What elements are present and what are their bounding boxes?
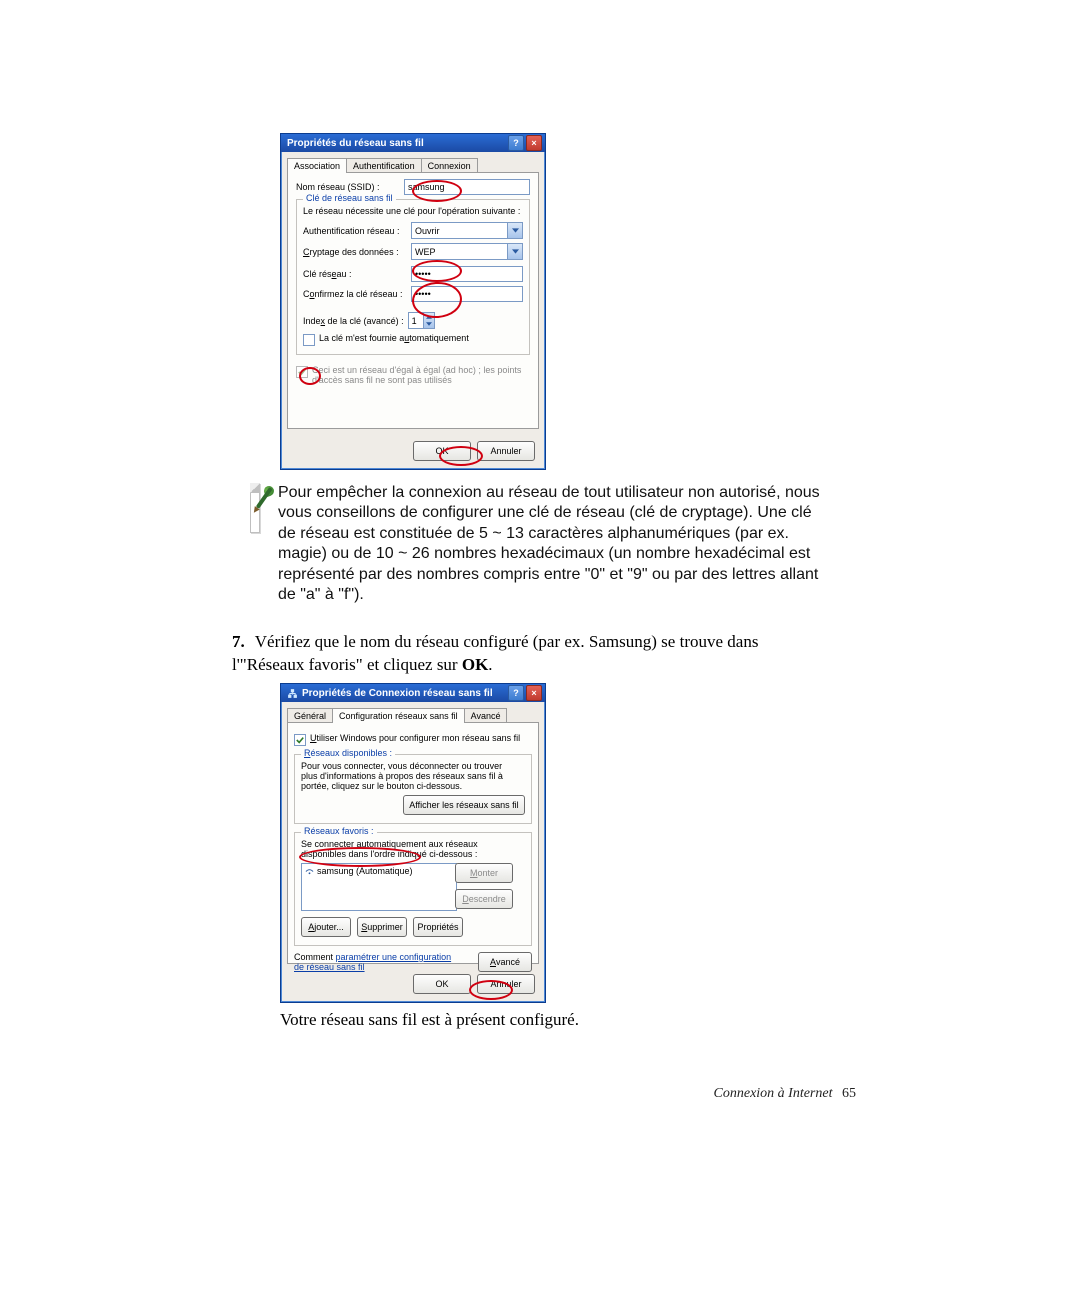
close-icon[interactable]: × [526,685,542,701]
spinner-buttons[interactable] [423,313,434,328]
encryption-value: WEP [415,247,436,257]
preferred-networks-title: Réseaux favoris : [301,826,377,836]
connection-properties-dialog: Propriétés de Connexion réseau sans fil … [280,683,546,1003]
window-title: Propriétés du réseau sans fil [287,138,424,149]
page-number: 65 [842,1086,856,1101]
note-text: Pour empêcher la connexion au réseau de … [278,483,830,606]
adhoc-checkbox [296,366,308,378]
move-down-button[interactable]: Descendre [455,889,513,909]
preferred-networks-text: Se connecter automatiquement aux réseaux… [301,839,525,859]
chevron-up-icon [424,313,434,321]
key-input[interactable]: ••••• [411,266,523,282]
auto-key-checkbox[interactable] [303,334,315,346]
chevron-down-icon [424,321,434,329]
wireless-properties-dialog: Propriétés du réseau sans fil ? × Associ… [280,133,546,470]
auth-value: Ouvrir [415,226,440,236]
ssid-value: samsung [408,182,445,192]
step-text-a: Vérifiez que le nom du réseau configuré … [232,632,758,674]
available-networks-text: Pour vous connecter, vous déconnecter ou… [301,761,511,791]
tab-wireless-config[interactable]: Configuration réseaux sans fil [332,708,465,723]
cancel-button[interactable]: Annuler [477,441,535,461]
chevron-down-icon [507,223,522,238]
close-icon[interactable]: × [526,135,542,151]
note-icon [250,483,260,533]
window-title: Propriétés de Connexion réseau sans fil [287,688,493,699]
encryption-combo[interactable]: WEP [411,243,523,260]
tab-pane-wireless: Utiliser Windows pour configurer mon rés… [287,722,539,964]
tab-association[interactable]: Association [287,158,347,173]
key-index-label: Index de la clé (avancé) : [303,316,404,326]
ok-button[interactable]: OK [413,441,471,461]
key-label: Clé réseau : [303,269,411,279]
move-up-button[interactable]: Monter [455,863,513,883]
properties-button[interactable]: Propriétés [413,917,463,937]
note-block: Pour empêcher la connexion au réseau de … [250,483,830,606]
preferred-network-item: samsung (Automatique) [317,866,413,876]
key-confirm-label: Confirmez la clé réseau : [303,289,411,299]
key-confirm-value: ••••• [415,289,431,299]
tab-authentication[interactable]: Authentification [346,158,422,173]
network-key-group-title: Clé de réseau sans fil [303,193,396,203]
available-networks-title: Réseaux disponibles : [301,748,395,758]
remove-button[interactable]: Supprimer [357,917,407,937]
auth-combo[interactable]: Ouvrir [411,222,523,239]
closing-text: Votre réseau sans fil est à présent conf… [280,1010,579,1030]
network-key-intro: Le réseau nécessite une clé pour l'opéra… [303,206,523,216]
tab-pane-association: Nom réseau (SSID) : samsung Clé de résea… [287,172,539,429]
wifi-icon [305,867,314,876]
tab-connection[interactable]: Connexion [421,158,478,173]
use-windows-checkbox[interactable] [294,734,306,746]
key-confirm-input[interactable]: ••••• [411,286,523,302]
document-page: Propriétés du réseau sans fil ? × Associ… [0,0,1080,1309]
adhoc-label: Ceci est un réseau d'égal à égal (ad hoc… [312,365,530,385]
titlebar: Propriétés du réseau sans fil ? × [281,134,545,152]
help-icon[interactable]: ? [508,685,524,701]
step-7: 7.Vérifiez que le nom du réseau configur… [232,631,792,677]
ok-button[interactable]: OK [413,974,471,994]
cancel-button[interactable]: Annuler [477,974,535,994]
step-text-c: . [488,655,492,674]
key-value: ••••• [415,269,431,279]
key-index-value: 1 [412,316,417,326]
tab-strip: Association Authentification Connexion [287,158,545,173]
titlebar: Propriétés de Connexion réseau sans fil … [281,684,545,702]
tab-general[interactable]: Général [287,708,333,723]
ssid-label: Nom réseau (SSID) : [296,182,404,192]
network-icon [287,688,298,699]
tab-strip: Général Configuration réseaux sans fil A… [287,708,545,723]
advanced-button[interactable]: Avancé [478,952,532,972]
auto-key-label: La clé m'est fournie automatiquement [319,333,469,343]
chevron-down-icon [507,244,522,259]
page-footer: Connexion à Internet 65 [714,1086,856,1102]
step-number: 7. [232,632,245,651]
ssid-input[interactable]: samsung [404,179,530,195]
auth-label: Authentification réseau : [303,226,411,236]
encryption-label: Cryptage des données : [303,247,411,257]
step-text-ok: OK [462,655,488,674]
show-networks-button[interactable]: Afficher les réseaux sans fil [403,795,525,815]
howto-text: Comment paramétrer une configuration de … [294,952,454,972]
key-index-spinner[interactable]: 1 [408,312,435,329]
footer-label: Connexion à Internet [714,1086,833,1101]
preferred-networks-list[interactable]: samsung (Automatique) [301,863,457,911]
tab-advanced[interactable]: Avancé [464,708,508,723]
use-windows-label: Utiliser Windows pour configurer mon rés… [310,733,520,743]
add-button[interactable]: Ajouter... [301,917,351,937]
help-icon[interactable]: ? [508,135,524,151]
